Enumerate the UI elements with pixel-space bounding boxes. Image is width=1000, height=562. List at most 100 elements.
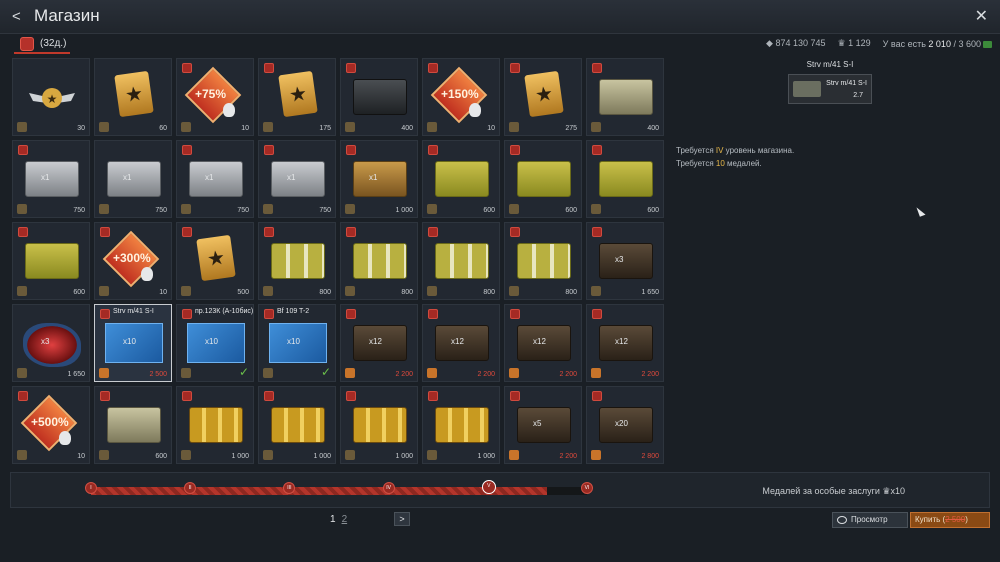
shop-item[interactable]: +150% 10 [422,58,500,136]
category-icon [99,368,109,378]
item-price: 600 [565,207,577,214]
item-price: 600 [73,289,85,296]
shop-item[interactable]: 1 000 [422,386,500,464]
item-price: 750 [155,207,167,214]
shop-item[interactable]: пр.123К (А-10бис) x10 ✓ [176,304,254,382]
rank-icon [182,63,192,73]
close-icon[interactable]: ✕ [975,8,988,26]
shop-item[interactable]: x20 2 800 [586,386,664,464]
item-price: 10 [241,125,249,132]
view-label: Просмотр [851,515,888,524]
category-icon [509,368,519,378]
bulb-icon [59,431,71,445]
item-quantity: x1 [205,173,214,182]
category-icon [263,368,273,378]
shop-item[interactable]: 1 000 [176,386,254,464]
category-icon [181,450,191,460]
item-price: 2 200 [395,371,413,378]
rank-icon [346,309,356,319]
svg-text:★: ★ [47,92,58,106]
item-price: 800 [319,289,331,296]
shop-item[interactable]: ★ 30 [12,58,90,136]
buy-price: 2 500 [945,515,966,524]
shop-item[interactable]: +500% 10 [12,386,90,464]
coupon-icon [983,40,992,48]
next-page-button[interactable]: > [394,512,410,526]
shop-level-progress [91,487,587,495]
shop-item[interactable]: ★ 500 [176,222,254,300]
item-quantity: x12 [533,337,546,346]
shop-item[interactable]: 600 [422,140,500,218]
shop-item[interactable]: 1 000 [340,386,418,464]
shop-item[interactable]: 800 [340,222,418,300]
shop-item[interactable]: x1 750 [258,140,336,218]
shop-item[interactable]: 800 [258,222,336,300]
shop-item[interactable]: 600 [12,222,90,300]
medals-label: Медалей за особые заслуги ♛x10 [762,486,905,497]
progress-panel: I II III IV V VI Медалей за особые заслуги ♛x… [10,472,990,508]
shop-item[interactable]: 400 [340,58,418,136]
page-1[interactable]: 1 [330,514,336,525]
item-price: 10 [487,125,495,132]
shop-item[interactable]: +300% 10 [94,222,172,300]
crate-icon [25,161,79,197]
crate-icon [599,161,653,197]
category-icon [99,286,109,296]
shop-item[interactable]: x12 2 200 [586,304,664,382]
booster-text: +300% [113,251,151,265]
item-price: 2 200 [477,371,495,378]
shop-item[interactable]: +75% 10 [176,58,254,136]
category-icon [427,368,437,378]
crate-icon [271,407,325,443]
shop-item[interactable]: x1 750 [94,140,172,218]
rank-icon [592,63,602,73]
shop-item[interactable]: x12 2 200 [504,304,582,382]
shop-item[interactable]: Bf 109 T-2 x10 ✓ [258,304,336,382]
crate-icon [435,161,489,197]
shop-item[interactable]: 800 [422,222,500,300]
booster-text: +150% [441,87,479,101]
vehicle-card[interactable]: Strv m/41 S-I 2.7 [788,74,872,104]
shop-item[interactable]: x5 2 200 [504,386,582,464]
category-icon [591,368,601,378]
tab-rank-shop[interactable]: (32д.) [14,34,70,54]
medals-qty: x10 [890,486,905,496]
item-price: 2 500 [149,371,167,378]
shop-grid: ★ 30 ★ 60 +75% 10 ★ 175 400 +150% 10 ★ 275 400 x1 750 x1… [12,58,668,468]
eye-icon [837,516,847,524]
rank-icon [510,309,520,319]
shop-item[interactable]: 800 [504,222,582,300]
rank-icon [18,391,28,401]
shop-item[interactable]: 600 [94,386,172,464]
shop-item[interactable]: 400 [586,58,664,136]
booster-text: +500% [31,415,69,429]
shop-item[interactable]: x1 1 000 [340,140,418,218]
shop-item[interactable]: ★ 60 [94,58,172,136]
item-price: 750 [319,207,331,214]
rank-icon [264,63,274,73]
category-icon [591,286,601,296]
shop-item[interactable]: ★ 175 [258,58,336,136]
page-2[interactable]: 2 [342,514,348,525]
shop-item[interactable]: x3 1 650 [586,222,664,300]
shop-item[interactable]: ★ 275 [504,58,582,136]
shop-item[interactable]: x1 750 [176,140,254,218]
shop-item[interactable]: x12 2 200 [422,304,500,382]
shop-item[interactable]: 600 [504,140,582,218]
view-button[interactable]: Просмотр [832,512,908,528]
rank-icon [592,309,602,319]
buy-button[interactable]: Купить (2 500) [910,512,990,528]
category-icon [181,204,191,214]
progress-tick: VI [581,482,593,494]
progress-tick: I [85,482,97,494]
shop-item[interactable]: Strv m/41 S-I x10 2 500 [94,304,172,382]
category-icon [181,286,191,296]
category-icon [591,204,601,214]
back-icon[interactable]: < [12,8,28,26]
shop-item[interactable]: x12 2 200 [340,304,418,382]
category-icon [263,122,273,132]
shop-item[interactable]: x3 1 650 [12,304,90,382]
shop-item[interactable]: 600 [586,140,664,218]
shop-item[interactable]: 1 000 [258,386,336,464]
shop-item[interactable]: x1 750 [12,140,90,218]
